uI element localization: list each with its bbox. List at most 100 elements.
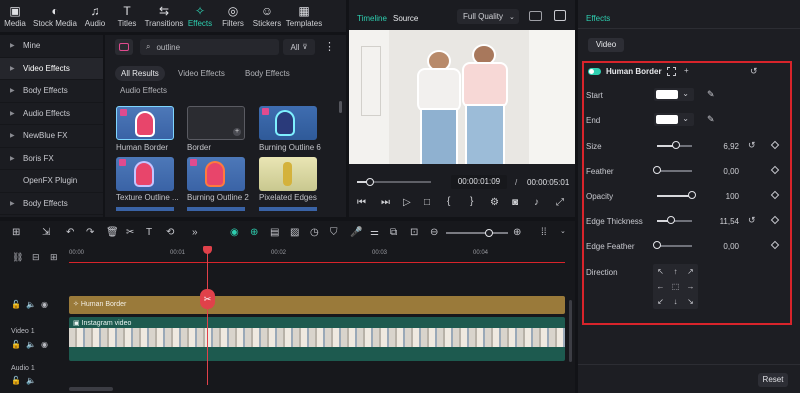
direction-n-icon[interactable]: ↑ — [668, 264, 683, 279]
eye-icon[interactable]: ◉ — [41, 300, 48, 309]
render-icon[interactable]: ⚙ — [490, 197, 499, 208]
tab-titles[interactable]: T Titles — [110, 0, 144, 32]
direction-nw-icon[interactable]: ↖ — [653, 264, 668, 279]
volume-icon[interactable]: 🔈 — [26, 300, 36, 309]
next-frame-icon[interactable]: ⏭ — [381, 197, 390, 208]
quality-dropdown[interactable]: Full Quality ⌄ — [457, 9, 519, 24]
tab-effects[interactable]: ✧ Effects — [184, 0, 216, 32]
tab-stickers[interactable]: ☺ Stickers — [250, 0, 284, 32]
mark-in-icon[interactable]: { — [447, 196, 450, 207]
eyedropper-icon[interactable]: ✎ — [707, 114, 715, 125]
mark-out-icon[interactable]: } — [470, 196, 473, 207]
track-options-icon[interactable]: ⊞ — [50, 252, 58, 263]
size-value[interactable]: 6,92 — [699, 142, 739, 151]
effect-thumb-human-border[interactable] — [116, 106, 174, 140]
add-track-icon[interactable]: ⊟ — [32, 252, 40, 263]
image-tool-icon[interactable]: ▨ — [290, 227, 299, 238]
eye-icon[interactable]: ◉ — [41, 340, 48, 349]
direction-ne-icon[interactable]: ↗ — [683, 264, 698, 279]
snapshot-icon[interactable] — [529, 11, 542, 21]
layout-icon[interactable]: ⊞ — [12, 227, 20, 238]
keyframe-box-icon[interactable] — [667, 67, 676, 76]
filter-dropdown[interactable]: All ⊽ — [283, 39, 315, 55]
category-boris-fx[interactable]: ▶ Boris FX — [0, 148, 103, 170]
previous-frame-icon[interactable]: ⏮ — [357, 197, 366, 208]
reset-effect-icon[interactable]: ↺ — [750, 66, 758, 77]
effect-thumb-border[interactable]: + — [187, 106, 245, 140]
tab-audio[interactable]: ♫ Audio — [80, 0, 110, 32]
reset-size-icon[interactable]: ↺ — [748, 140, 756, 151]
category-body-effects-2[interactable]: ▶ Body Effects — [0, 193, 103, 215]
category-video-effects[interactable]: ▶ Video Effects — [0, 57, 103, 80]
category-newblue-fx[interactable]: ▶ NewBlue FX — [0, 125, 103, 148]
reset-edge-thickness-icon[interactable]: ↺ — [748, 215, 756, 226]
direction-center-icon[interactable]: ⬚ — [668, 279, 683, 294]
mic-icon[interactable]: 🎤 — [350, 227, 362, 238]
opacity-value[interactable]: 100 — [699, 192, 739, 201]
browser-scrollbar[interactable] — [339, 101, 342, 113]
cut-icon[interactable]: ✂ — [126, 227, 134, 238]
tab-media[interactable]: ▣ Media — [0, 0, 30, 32]
add-icon[interactable]: + — [233, 128, 241, 136]
undo-icon[interactable]: ↶ — [66, 227, 74, 238]
category-mine[interactable]: ▶ Mine — [0, 35, 103, 58]
playback-knob[interactable] — [365, 178, 374, 186]
volume-icon[interactable]: 🔈 — [26, 340, 36, 349]
volume-icon[interactable]: 🔈 — [26, 376, 36, 385]
image-icon[interactable] — [554, 10, 566, 21]
marker-icon[interactable]: ⊕ — [250, 227, 258, 238]
category-openfx-plugin[interactable]: OpenFX Plugin — [0, 170, 103, 193]
edge-feather-value[interactable]: 0,00 — [699, 242, 739, 251]
tab-filters[interactable]: ◎ Filters — [216, 0, 250, 32]
opacity-slider-knob[interactable] — [688, 191, 696, 199]
fullscreen-icon[interactable]: ⤢ — [556, 197, 564, 208]
video-clip[interactable]: ▣ Instagram video — [69, 317, 565, 361]
zoom-knob[interactable] — [485, 229, 493, 237]
reset-button[interactable]: Reset — [758, 373, 788, 387]
eyedropper-icon[interactable]: ✎ — [707, 89, 715, 100]
effect-toggle[interactable] — [588, 68, 601, 75]
add-icon[interactable]: + — [684, 66, 689, 75]
effect-thumb-texture-outline[interactable] — [116, 157, 174, 191]
category-body-effects[interactable]: ▶ Body Effects — [0, 80, 103, 103]
snap-icon[interactable]: ◉ — [230, 227, 239, 238]
lock-icon[interactable]: 🔓 — [11, 300, 21, 309]
more-tools-icon[interactable]: » — [192, 227, 198, 238]
volume-icon[interactable]: ♪ — [534, 197, 539, 208]
direction-sw-icon[interactable]: ↙ — [653, 294, 668, 309]
shield-icon[interactable]: ⛉ — [330, 227, 338, 238]
effect-thumb-burning-outline-6[interactable] — [259, 106, 317, 140]
zoom-in-icon[interactable]: ⊕ — [513, 227, 521, 238]
delete-icon[interactable]: 🗑 — [106, 227, 119, 238]
tab-source-preview[interactable]: Source — [393, 14, 418, 23]
edge-feather-slider-knob[interactable] — [653, 241, 661, 249]
tab-transitions[interactable]: ⇆ Transitions — [144, 0, 184, 32]
tab-body-effects[interactable]: Body Effects — [245, 69, 290, 78]
stop-icon[interactable]: □ — [424, 197, 430, 208]
effect-thumb-pixelated-edges[interactable] — [259, 157, 317, 191]
grid-icon[interactable]: ⁞⁞ — [541, 227, 547, 238]
redo-icon[interactable]: ↷ — [86, 227, 94, 238]
direction-e-icon[interactable]: → — [683, 279, 698, 294]
feather-slider[interactable] — [657, 170, 692, 172]
link-icon[interactable]: ⛓ — [12, 252, 23, 263]
effect-thumb-burning-outline-2[interactable] — [187, 157, 245, 191]
edge-feather-slider[interactable] — [657, 245, 692, 247]
feather-value[interactable]: 0,00 — [699, 167, 739, 176]
category-audio-effects[interactable]: ▶ Audio Effects — [0, 103, 103, 125]
select-tool-icon[interactable]: ⇲ — [42, 227, 50, 238]
tab-templates[interactable]: ▦ Templates — [284, 0, 324, 32]
edge-thickness-slider-knob[interactable] — [667, 216, 675, 224]
lock-icon[interactable]: 🔓 — [11, 376, 21, 385]
direction-w-icon[interactable]: ← — [653, 279, 668, 294]
camera-icon[interactable]: ◙ — [512, 197, 518, 208]
text-tool-icon[interactable]: T — [146, 227, 152, 238]
zoom-slider[interactable] — [446, 232, 508, 234]
effects-mask-icon[interactable]: ▤ — [270, 227, 279, 238]
effect-clip[interactable]: ✧ Human Border — [69, 296, 565, 314]
timeline-scrollbar[interactable] — [69, 387, 113, 391]
play-icon[interactable]: ▷ — [403, 197, 411, 208]
direction-s-icon[interactable]: ↓ — [668, 294, 683, 309]
search-input[interactable]: ⌕ outline — [140, 39, 279, 55]
feather-slider-knob[interactable] — [653, 166, 661, 174]
